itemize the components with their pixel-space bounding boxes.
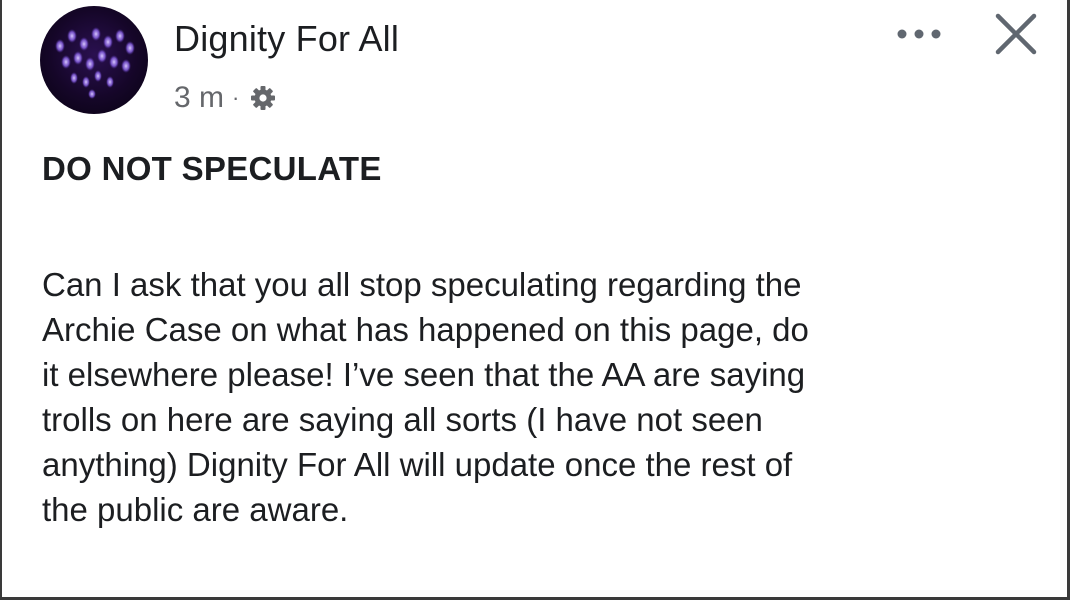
meta-separator: · xyxy=(232,85,240,110)
page-name-link[interactable]: Dignity For All xyxy=(174,18,399,60)
post-body-line: it elsewhere please! I’ve seen that the … xyxy=(42,356,806,393)
post-body-line: Can I ask that you all stop speculating … xyxy=(42,266,802,303)
avatar-lanterns-image xyxy=(55,27,135,99)
post-meta: 3 m · xyxy=(174,78,277,118)
post-title: DO NOT SPECULATE xyxy=(42,150,382,187)
more-options-button[interactable] xyxy=(890,16,948,52)
more-icon xyxy=(897,29,941,39)
post-body: Can I ask that you all stop speculating … xyxy=(42,262,1042,532)
post-body-line: Archie Case on what has happened on this… xyxy=(42,311,809,348)
close-button[interactable] xyxy=(990,8,1042,60)
page-avatar[interactable] xyxy=(40,6,148,114)
close-icon xyxy=(995,13,1037,55)
gear-icon[interactable] xyxy=(249,84,277,112)
post-timestamp[interactable]: 3 m xyxy=(174,81,224,115)
post-card: Dignity For All 3 m · DO NOT SPECULATE C… xyxy=(0,0,1070,600)
post-body-line: trolls on here are saying all sorts (I h… xyxy=(42,401,763,438)
post-body-line: anything) Dignity For All will update on… xyxy=(42,446,793,483)
post-body-line: the public are aware. xyxy=(42,491,349,528)
